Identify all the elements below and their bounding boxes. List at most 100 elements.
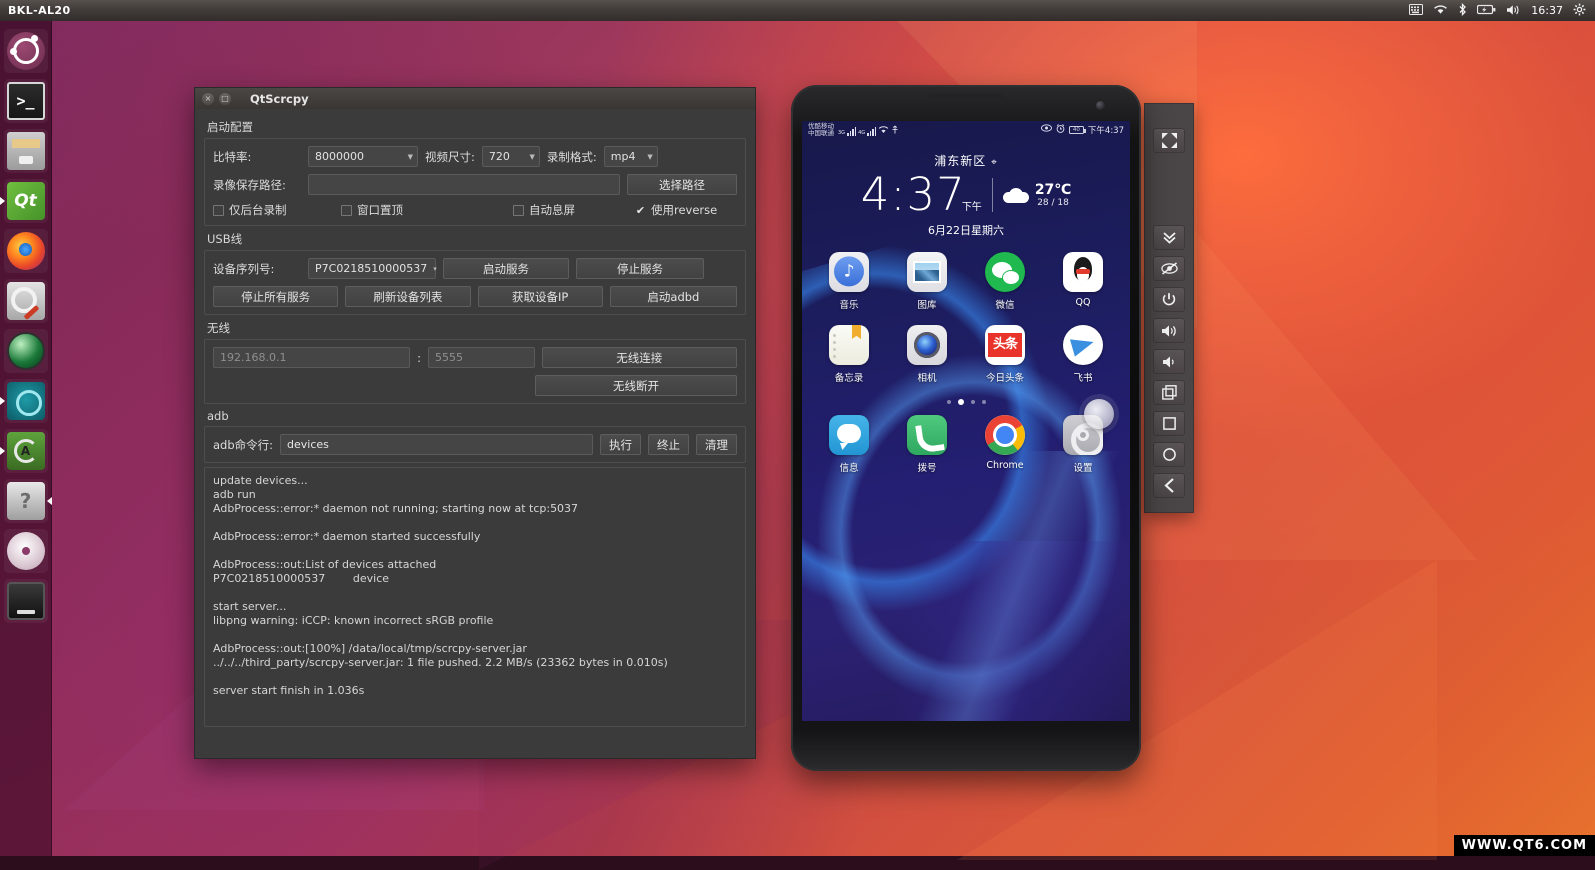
serial-combo[interactable]: P7C0218510000537 ▾ [308,258,436,279]
clock-ampm: 下午 [962,198,982,213]
app-qq[interactable]: QQ [1052,252,1114,311]
gear-icon[interactable] [1573,3,1586,18]
adb-cmd-input[interactable]: devices [280,434,593,455]
app-label: 飞书 [1052,370,1114,384]
page-dot[interactable] [982,400,986,404]
checkbox-use-reverse[interactable]: ✔ 使用reverse [635,202,717,218]
wallpaper-ribbon [802,541,1130,721]
adb-clear-button[interactable]: 清理 [696,434,737,455]
assistive-touch-button[interactable] [1084,399,1114,429]
wechat-app-icon [985,252,1025,292]
ubuntu-logo-icon [7,32,45,70]
launcher-item-software-updater[interactable] [4,429,48,473]
wireless-port-input[interactable]: 5555 [428,347,535,368]
volume-up-button[interactable] [1153,318,1185,343]
launcher-item-files[interactable] [4,129,48,173]
keyboard-icon[interactable] [1409,4,1423,17]
app-gallery[interactable]: 图库 [896,252,958,311]
wireless-ip-input[interactable]: 192.168.0.1 [213,347,410,368]
checkbox-always-top[interactable]: 窗口置顶 [341,202,513,218]
get-device-ip-button[interactable]: 获取设备IP [478,286,603,307]
stop-service-button[interactable]: 停止服务 [576,258,704,279]
volume-up-icon [1161,324,1178,338]
fullscreen-button[interactable] [1153,128,1185,153]
screen-off-button[interactable] [1153,256,1185,281]
volume-icon[interactable] [1506,4,1521,18]
launcher-item-globe-app[interactable] [4,329,48,373]
start-adbd-button[interactable]: 启动adbd [610,286,737,307]
weather-widget[interactable]: 27℃ 28 / 18 [1003,182,1071,208]
eye-off-icon [1161,262,1178,275]
firefox-icon [7,232,45,270]
launcher-item-android-tool[interactable] [4,379,48,423]
close-icon[interactable]: × [202,93,214,105]
checkbox-bg-record[interactable]: 仅后台录制 [213,202,341,218]
choose-path-button[interactable]: 选择路径 [627,174,737,195]
launcher-item-system-tools[interactable] [4,279,48,323]
expand-notification-button[interactable] [1153,225,1185,250]
battery-icon[interactable] [1477,4,1496,17]
clock-date: 6月22日星期六 [802,222,1130,238]
weather-text: 27℃ 28 / 18 [1035,182,1071,208]
bitrate-combo[interactable]: 8000000 ▼ [308,146,418,167]
bitrate-value: 8000000 [315,150,364,163]
back-button[interactable] [1153,473,1185,498]
clock-time: 4:37 [861,171,966,219]
adb-run-button[interactable]: 执行 [600,434,641,455]
adb-stop-button[interactable]: 终止 [648,434,689,455]
app-music[interactable]: 音乐 [818,252,880,311]
record-format-combo[interactable]: mp4 ▼ [604,146,658,167]
video-size-combo[interactable]: 720 ▼ [482,146,540,167]
save-path-input[interactable] [308,174,620,195]
home-button[interactable] [1153,442,1185,467]
launcher-item-disc[interactable] [4,529,48,573]
app-camera[interactable]: 相机 [896,325,958,384]
camera-app-icon [907,325,947,365]
stop-all-services-button[interactable]: 停止所有服务 [213,286,338,307]
checkbox-use-reverse-label: 使用reverse [651,202,717,218]
app-dialer[interactable]: 拨号 [896,415,958,474]
eye-comfort-icon [1041,124,1052,135]
app-notes[interactable]: 备忘录 [818,325,880,384]
adb-output-log[interactable]: update devices... adb run AdbProcess::er… [204,467,746,727]
launcher-item-qt-creator[interactable]: Qt [4,179,48,223]
bluetooth-icon[interactable] [1458,3,1467,18]
panel-clock[interactable]: 16:37 [1531,4,1563,17]
location-pin-icon: ⌖ [991,157,998,168]
app-toutiao[interactable]: 今日头条 [974,325,1036,384]
launcher-item-terminal[interactable]: >_ [4,79,48,123]
app-wechat[interactable]: 微信 [974,252,1036,311]
refresh-devices-button[interactable]: 刷新设备列表 [345,286,470,307]
group-label-adb: adb [207,409,746,423]
status-bar-time: 下午4:37 [1088,124,1124,136]
wireless-connect-button[interactable]: 无线连接 [542,347,737,368]
page-dot[interactable] [971,400,975,404]
launcher-item-firefox[interactable] [4,229,48,273]
wifi-icon[interactable] [1433,4,1448,17]
messages-app-icon [829,415,869,455]
phone-icon [7,582,45,620]
app-feishu[interactable]: 飞书 [1052,325,1114,384]
app-label: 音乐 [818,297,880,311]
start-service-button[interactable]: 启动服务 [443,258,569,279]
dialer-app-icon [907,415,947,455]
checkbox-auto-off[interactable]: 自动息屏 [513,202,635,218]
page-dot[interactable] [947,400,951,404]
app-switch-button[interactable] [1153,380,1185,405]
toutiao-app-icon [985,325,1025,365]
app-messages[interactable]: 信息 [818,415,880,474]
app-chrome[interactable]: Chrome [974,415,1036,474]
power-button[interactable] [1153,287,1185,312]
launcher-item-ubuntu-dash[interactable] [4,29,48,73]
launcher-item-help[interactable]: ? [4,479,48,523]
maximize-icon[interactable]: □ [219,93,231,105]
volume-down-button[interactable] [1153,349,1185,374]
music-app-icon [829,252,869,292]
panel-window-title[interactable]: BKL-AL20 [8,4,71,17]
wireless-disconnect-button[interactable]: 无线断开 [535,375,737,396]
phone-screen[interactable]: 优酷移动 中国联通 3G 4G [802,121,1130,721]
page-dot-active[interactable] [958,399,964,405]
window-titlebar[interactable]: × □ QtScrcpy [195,88,755,109]
launcher-item-phone-device[interactable] [4,579,48,623]
stop-button[interactable] [1153,411,1185,436]
